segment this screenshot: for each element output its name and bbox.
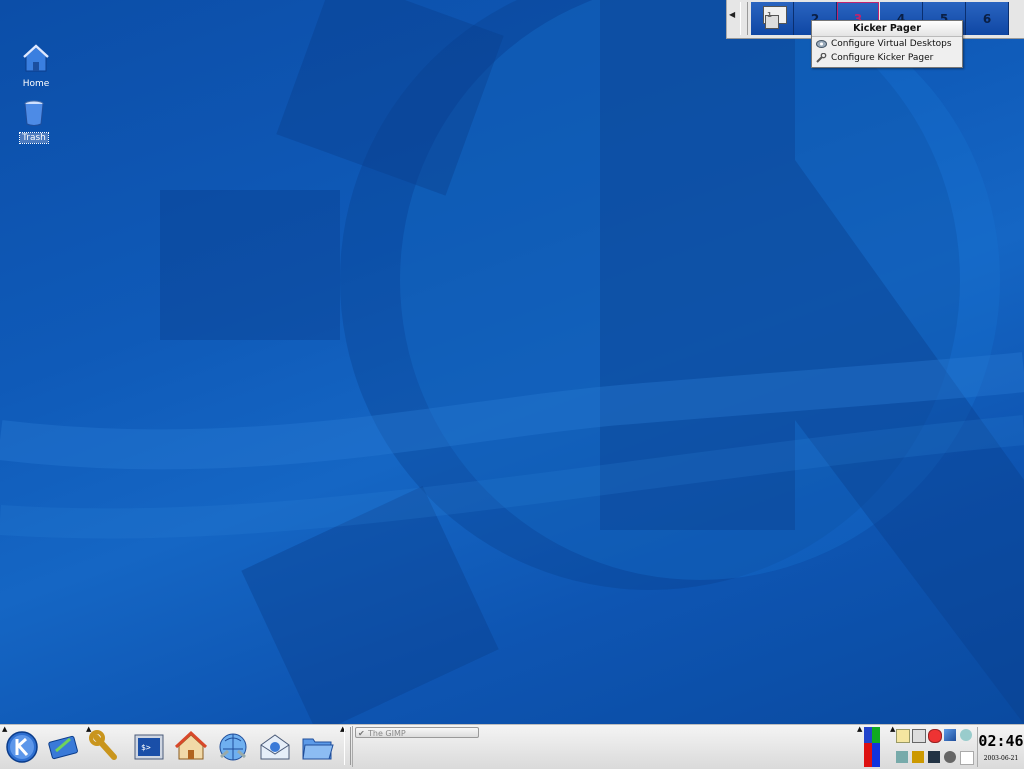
configure-icon	[816, 40, 827, 48]
gimp-icon: ✔	[358, 729, 365, 738]
desktop-icon-home[interactable]: Home	[8, 44, 64, 89]
kicker-panel: ▲ ▲ $> ▲ ✔ The GIMP ▲ ▲ 02:46 2003-06-21	[0, 724, 1024, 769]
alarm-icon[interactable]	[928, 729, 942, 743]
menu-item-label: Configure Virtual Desktops	[831, 39, 952, 49]
desktop-number: 6	[982, 11, 992, 26]
kde-wallpaper-logo	[0, 0, 1024, 724]
network-icon[interactable]	[960, 729, 972, 741]
kde-menu-button[interactable]	[4, 729, 40, 765]
desktop-number: 1	[767, 11, 772, 19]
mail-icon	[260, 734, 290, 760]
home-launcher[interactable]	[173, 729, 209, 765]
home-folder-icon	[23, 44, 49, 72]
taskbar: ✔ The GIMP	[352, 726, 858, 767]
virtual-desktop-6[interactable]: 6	[966, 2, 1009, 35]
terminal-launcher[interactable]: $>	[131, 729, 167, 765]
konqueror-launcher[interactable]	[215, 729, 251, 765]
mail-launcher[interactable]	[257, 729, 293, 765]
clock-date: 2003-06-21	[983, 755, 1019, 762]
control-center-launcher[interactable]	[46, 729, 82, 765]
trash-icon	[24, 100, 44, 126]
desktop-icon-label: Trash	[19, 132, 49, 144]
clipboard-icon[interactable]	[912, 729, 926, 743]
notes-icon[interactable]	[896, 729, 910, 743]
load-bar	[864, 743, 872, 767]
load-bar	[872, 727, 880, 743]
home-icon	[174, 730, 208, 760]
folder-icon	[302, 738, 334, 760]
taskbar-handle[interactable]	[344, 727, 351, 765]
taskbar-entry-label: The GIMP	[368, 729, 406, 738]
system-tray	[896, 727, 974, 767]
virtual-desktop-1[interactable]: 1	[751, 2, 794, 35]
control-center-icon	[48, 735, 78, 760]
desktop-background[interactable]: Home Trash	[0, 0, 1024, 724]
context-menu-title: Kicker Pager	[812, 21, 962, 37]
load-bar	[864, 727, 872, 743]
blank-tray-icon[interactable]	[960, 751, 974, 765]
menu-item-label: Configure Kicker Pager	[831, 53, 934, 63]
wrench-icon	[89, 730, 117, 760]
systray-arrow-icon[interactable]: ▲	[890, 725, 895, 733]
media-player-icon[interactable]	[944, 729, 956, 741]
svg-text:$>: $>	[141, 743, 151, 752]
clock[interactable]: 02:46 2003-06-21	[977, 727, 1024, 767]
kde-k-icon	[6, 731, 38, 763]
menu-item-configure-kicker-pager[interactable]: Configure Kicker Pager	[812, 51, 962, 65]
pager-context-menu: Kicker Pager Configure Virtual Desktops …	[811, 20, 963, 68]
menu-item-configure-virtual-desktops[interactable]: Configure Virtual Desktops	[812, 37, 962, 51]
terminal-icon: $>	[134, 734, 164, 760]
desktop-icon-trash[interactable]: Trash	[6, 98, 62, 144]
taskbar-entry-gimp[interactable]: ✔ The GIMP	[355, 727, 479, 738]
panel-handle[interactable]	[740, 2, 748, 35]
wrench-icon	[816, 53, 827, 63]
panel-hide-arrow-icon[interactable]: ◀	[729, 10, 735, 19]
anchor-icon[interactable]	[928, 751, 940, 763]
paint-icon[interactable]	[912, 751, 924, 763]
download-icon[interactable]	[944, 751, 956, 763]
tools-launcher[interactable]	[88, 729, 124, 765]
konqueror-icon	[219, 733, 247, 761]
clock-time: 02:46	[978, 732, 1024, 750]
desktop-icon-label: Home	[22, 79, 50, 89]
volume-icon[interactable]	[896, 751, 908, 763]
file-manager-launcher[interactable]	[299, 729, 335, 765]
system-load-monitor[interactable]	[862, 727, 882, 767]
load-bar	[872, 743, 880, 767]
